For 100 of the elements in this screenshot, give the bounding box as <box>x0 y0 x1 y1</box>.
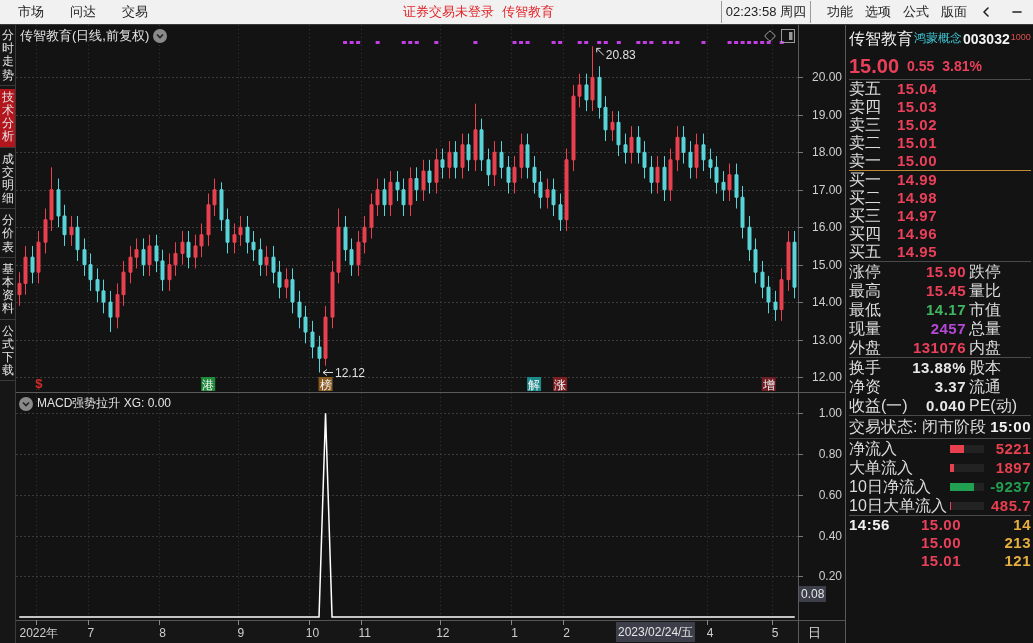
axis-label: 14.00 <box>811 295 842 310</box>
ask-label: 卖四 <box>849 98 882 116</box>
side-tab[interactable]: 基本资料 <box>0 260 15 320</box>
stat-label: 现量 <box>849 319 881 338</box>
arrow-icon <box>596 47 605 56</box>
axis-label: 0.60 <box>818 487 842 502</box>
axis-label: 16.00 <box>811 220 842 235</box>
tick-price: 15.00 <box>919 534 961 552</box>
trading-status: 交易状态: 闭市阶段 <box>849 418 986 436</box>
axis-label: 12.00 <box>811 370 842 384</box>
diamond-icon[interactable] <box>764 30 776 42</box>
side-tab[interactable]: 成交明细 <box>0 150 15 210</box>
axis-label: 19.00 <box>811 107 842 122</box>
ask-price: 15.04 <box>895 80 937 98</box>
stat-label: 外盘 <box>849 338 881 357</box>
stat-value: 3.37 <box>933 377 966 396</box>
menu-item[interactable]: 选项 <box>861 2 895 22</box>
axis-label: 0.20 <box>818 569 842 584</box>
bid-price: 14.97 <box>895 207 937 225</box>
event-badge: 涨 <box>553 377 568 392</box>
axis-label: 7 <box>87 626 95 640</box>
code-suffix: 1000 <box>1010 32 1031 42</box>
side-tab[interactable]: 分价表 <box>0 212 15 258</box>
menu-item[interactable]: 功能 <box>823 2 857 22</box>
stat-label: 量比 <box>969 281 1002 300</box>
event-badge: 港 <box>201 377 216 392</box>
menu-item[interactable]: 公式 <box>899 2 933 22</box>
indicator-title: MACD强势拉升 XG: 0.00 <box>37 395 172 412</box>
ask-label: 卖一 <box>849 152 882 170</box>
dropdown-circle-icon[interactable] <box>153 29 168 43</box>
cursor-date-label: 2023/02/24/五 <box>616 622 696 642</box>
chart-title: 传智教育(日线,前复权) <box>20 27 150 45</box>
event-badge: 增 <box>761 377 776 392</box>
ask-label: 卖二 <box>849 134 882 152</box>
axis-label: 0.80 <box>818 447 842 462</box>
axis-label: 1.00 <box>818 406 842 421</box>
ask-price: 15.02 <box>895 116 937 134</box>
stat-label: 跌停 <box>969 262 1002 281</box>
side-tab[interactable]: 技术分析 <box>0 88 15 148</box>
flow-label: 大单流入 <box>849 458 914 477</box>
stat-label: 净资 <box>849 377 881 396</box>
stat-value: 0.040 <box>924 396 966 415</box>
ask-price: 15.00 <box>895 152 937 170</box>
stat-label: 内盘 <box>969 338 1002 357</box>
flow-value: 5221 <box>994 439 1031 458</box>
menu-item[interactable]: 版面 <box>937 2 971 22</box>
split-square-icon[interactable] <box>781 29 795 43</box>
ask-label: 卖五 <box>849 80 882 98</box>
stock-name: 传智教育 <box>502 3 554 21</box>
stat-value: 15.45 <box>924 281 966 300</box>
stat-label: 最高 <box>849 281 881 300</box>
flow-value: 1897 <box>994 458 1031 477</box>
menu-item[interactable]: 市场 <box>14 2 48 22</box>
price-annotation: 12.12 <box>335 365 366 380</box>
side-tab[interactable]: 公式下载 <box>0 322 15 382</box>
menu-item[interactable]: 问达 <box>66 2 100 22</box>
axis-label: 17.00 <box>811 182 842 197</box>
axis-label: 8 <box>159 626 166 640</box>
axis-label: 11 <box>358 626 371 640</box>
axis-label: 18.00 <box>811 145 842 160</box>
ask-price: 15.03 <box>895 98 937 116</box>
stat-value: 2457 <box>929 319 966 338</box>
period-label: 日 <box>808 625 821 640</box>
axis-label: 1 <box>511 626 518 640</box>
bid-price: 14.99 <box>895 171 937 189</box>
stock-name: 传智教育 <box>849 28 913 49</box>
change-percent: 3.81% <box>942 58 982 74</box>
stat-label: 总量 <box>969 319 1002 338</box>
axis-label: 10 <box>305 626 320 640</box>
event-badge: 解 <box>527 377 542 392</box>
bid-label: 买四 <box>849 225 882 243</box>
dropdown-circle-icon[interactable] <box>19 396 33 411</box>
bid-price: 14.98 <box>895 189 937 207</box>
stat-label: 收益(一) <box>849 396 908 415</box>
bid-label: 买五 <box>849 243 882 261</box>
axis-label: 20.00 <box>811 70 842 85</box>
bid-label: 买三 <box>849 207 882 225</box>
stat-label: 最低 <box>849 300 881 319</box>
cursor-value-label: 0.08 <box>799 586 827 602</box>
stat-label: 市值 <box>969 300 1002 319</box>
bid-label: 买一 <box>849 171 882 189</box>
axis-label: 2022年 <box>19 626 59 640</box>
tick-price: 15.01 <box>919 552 961 570</box>
last-price: 15.00 <box>849 54 900 78</box>
candle <box>701 133 706 172</box>
tick-volume: 213 <box>1003 534 1031 552</box>
menu-item[interactable]: 交易 <box>118 2 152 22</box>
bid-price: 14.95 <box>895 243 937 261</box>
flow-value: -9237 <box>989 477 1031 496</box>
flow-label: 10日大单流入 <box>849 496 948 515</box>
axis-label: 2 <box>563 626 570 640</box>
side-tab[interactable]: 分时走势 <box>0 27 15 86</box>
flow-label: 净流入 <box>849 439 898 458</box>
ask-price: 15.01 <box>895 134 937 152</box>
stat-value: 14.17 <box>924 300 966 319</box>
tick-time: 14:56 <box>849 516 889 534</box>
flow-label: 10日净流入 <box>849 477 932 496</box>
axis-label: 12 <box>436 626 450 640</box>
stat-label: 流通 <box>969 377 1002 396</box>
bid-price: 14.96 <box>895 225 937 243</box>
